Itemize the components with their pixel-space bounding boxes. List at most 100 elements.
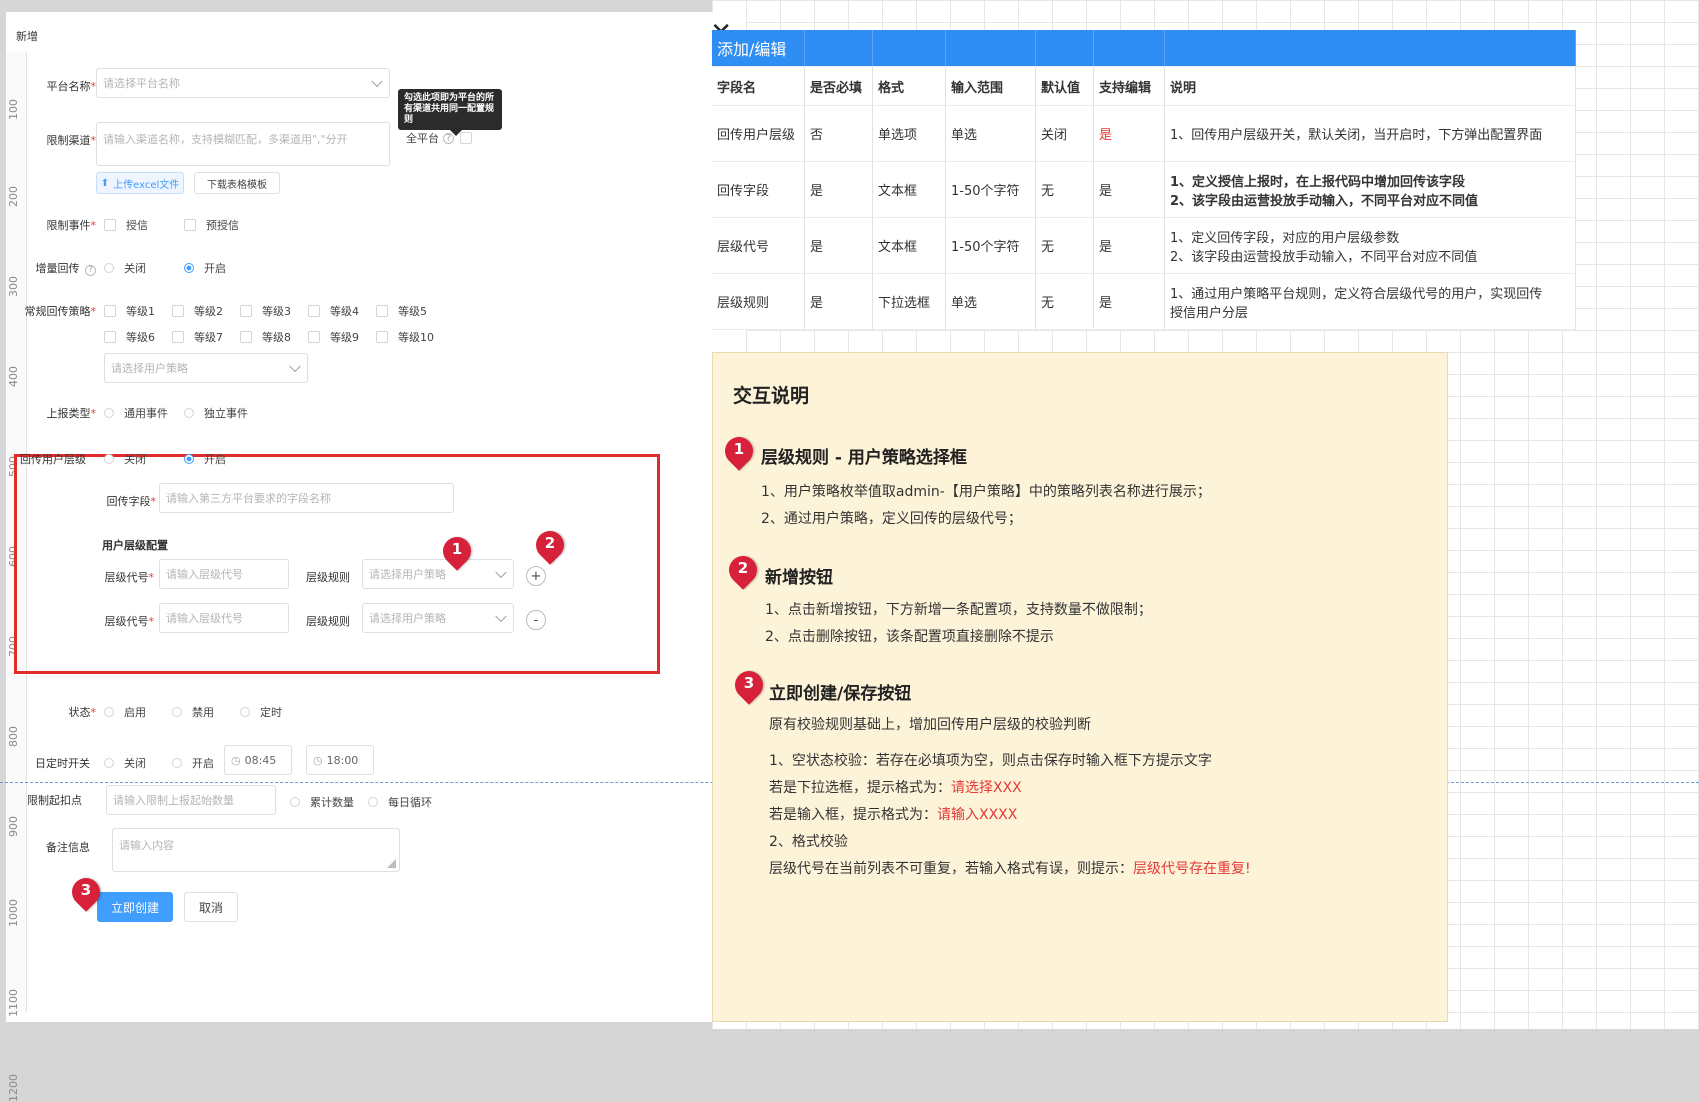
- table-cell: 1、通过用户策略平台规则，定义符合层级代号的用户，实现回传 授信用户分层: [1164, 273, 1576, 330]
- time-end-input[interactable]: ◷ 18:00: [306, 745, 374, 775]
- channel-textarea[interactable]: 请输入渠道名称，支持模糊匹配，多渠道用","分开: [96, 122, 390, 166]
- table-cell: 文本框: [872, 217, 946, 274]
- resize-handle-icon[interactable]: [387, 859, 396, 868]
- table-cell: 是: [1093, 217, 1165, 274]
- dialog-title: 新增: [16, 30, 38, 43]
- help-icon: ?: [85, 264, 96, 276]
- all-platform-checkbox[interactable]: 全平台 ?: [406, 130, 482, 146]
- level-code-input[interactable]: 请输入层级代号: [159, 559, 289, 589]
- level-checkbox[interactable]: 等级5: [376, 303, 427, 319]
- ruler-mark: 1000: [7, 899, 20, 927]
- table-cell: 无: [1035, 273, 1094, 330]
- user-level-label: 回传用户层级: [20, 453, 86, 466]
- level-checkbox[interactable]: 等级2: [172, 303, 223, 319]
- event-precredit-checkbox[interactable]: 预授信: [184, 217, 239, 233]
- ruler-mark: 1200: [7, 1074, 20, 1102]
- level-checkbox[interactable]: 等级3: [240, 303, 291, 319]
- section-1-text: 2、通过用户策略，定义回传的层级代号；: [761, 511, 1022, 527]
- chevron-down-icon: [289, 360, 301, 373]
- section-1-title: 层级规则 - 用户策略选择框: [761, 448, 967, 468]
- cumulative-radio[interactable]: 累计数量: [290, 794, 354, 810]
- table-cell: 层级代号: [712, 217, 805, 274]
- level-rule-select[interactable]: 请选择用户策略: [362, 559, 514, 589]
- ruler-mark: 100: [7, 99, 20, 120]
- table-cell: 层级规则: [712, 273, 805, 330]
- daily-loop-radio[interactable]: 每日循环: [368, 794, 432, 810]
- column-header: 支持编辑: [1093, 66, 1165, 106]
- table-cell: 1、定义回传字段，对应的用户层级参数 2、该字段由运营投放手动输入，不同平台对应不…: [1164, 217, 1576, 274]
- section-3-text: 1、空状态校验：若存在必填项为空，则点击保存时输入框下方提示文字: [769, 753, 1212, 769]
- table-header-bar: 添加/编辑: [712, 30, 1576, 67]
- help-icon: ?: [443, 132, 454, 144]
- column-header: 字段名: [712, 66, 805, 106]
- cancel-button[interactable]: 取消: [184, 892, 238, 922]
- section-3-text: 2、格式校验: [769, 834, 848, 850]
- table-cell: 是: [804, 273, 873, 330]
- add-dialog: 新增 ✕ 100 200 300 400 500 600 700 800 900…: [6, 12, 746, 1102]
- table-cell: 无: [1035, 217, 1094, 274]
- table-row: 回传字段 是 文本框 1-50个字符 无 是 1、定义授信上报时，在上报代码中增…: [712, 161, 1576, 218]
- status-timed-radio[interactable]: 定时: [240, 704, 282, 720]
- level-checkbox[interactable]: 等级4: [308, 303, 359, 319]
- report-common-radio[interactable]: 通用事件: [104, 405, 168, 421]
- daily-off-radio[interactable]: 关闭: [104, 755, 146, 771]
- table-cell: 是: [804, 161, 873, 218]
- table-cell: 无: [1035, 161, 1094, 218]
- status-enable-radio[interactable]: 启用: [104, 704, 146, 720]
- remark-textarea[interactable]: 请输入内容: [112, 828, 400, 872]
- level-code-label: 层级代号*: [104, 571, 155, 584]
- level-checkbox[interactable]: 等级6: [104, 329, 155, 345]
- table-row: 层级规则 是 下拉选框 单选 无 是 1、通过用户策略平台规则，定义符合层级代号…: [712, 273, 1576, 330]
- level-checkbox[interactable]: 等级9: [308, 329, 359, 345]
- upload-excel-button[interactable]: ⬆ 上传excel文件: [96, 172, 184, 194]
- platform-label: 平台名称*: [46, 80, 97, 93]
- level-rule-select[interactable]: 请选择用户策略: [362, 603, 514, 633]
- level-checkbox[interactable]: 等级7: [172, 329, 223, 345]
- user-level-off-radio[interactable]: 关闭: [104, 451, 146, 467]
- section-3-text: 原有校验规则基础上，增加回传用户层级的校验判断: [769, 717, 1091, 733]
- events-label: 限制事件*: [46, 219, 97, 232]
- strategy-select[interactable]: 请选择用户策略: [104, 353, 308, 383]
- level-checkbox[interactable]: 等级8: [240, 329, 291, 345]
- level-config-title: 用户层级配置: [102, 539, 168, 552]
- platform-select[interactable]: 请选择平台名称: [96, 68, 390, 98]
- time-start-input[interactable]: ◷ 08:45: [224, 745, 292, 775]
- report-independent-radio[interactable]: 独立事件: [184, 405, 248, 421]
- ruler-mark: 300: [7, 276, 20, 297]
- daily-on-radio[interactable]: 开启: [172, 755, 214, 771]
- level-checkbox[interactable]: 等级1: [104, 303, 155, 319]
- section-1-text: 1、用户策略枚举值取admin-【用户策略】中的策略列表名称进行展示；: [761, 484, 1211, 500]
- user-level-on-radio[interactable]: 开启: [184, 451, 226, 467]
- incremental-on-radio[interactable]: 开启: [184, 260, 226, 276]
- section-3-text: 层级代号在当前列表不可重复，若输入格式有误，则提示：层级代号存在重复!: [769, 861, 1251, 877]
- checkbox-icon: [460, 132, 472, 144]
- limit-start-input[interactable]: 请输入限制上报起始数量: [106, 785, 276, 815]
- incremental-off-radio[interactable]: 关闭: [104, 260, 146, 276]
- level-rule-label: 层级规则: [306, 615, 350, 628]
- remove-level-button[interactable]: -: [526, 610, 546, 630]
- table-cell: 文本框: [872, 161, 946, 218]
- channel-label: 限制渠道*: [46, 134, 97, 147]
- table-cell: 1、回传用户层级开关，默认关闭，当开启时，下方弹出配置界面: [1164, 105, 1576, 162]
- remark-label: 备注信息: [46, 841, 90, 854]
- section-2-text: 1、点击新增按钮，下方新增一条配置项，支持数量不做限制；: [765, 602, 1152, 618]
- table-cell: 单选: [945, 105, 1036, 162]
- annotation-pin-1: 1: [437, 531, 477, 577]
- download-template-button[interactable]: 下载表格模板: [194, 172, 280, 194]
- table-cell: 是: [1093, 161, 1165, 218]
- status-disable-radio[interactable]: 禁用: [172, 704, 214, 720]
- limit-start-label: 限制起扣点: [27, 794, 82, 807]
- status-label: 状态*: [68, 706, 97, 719]
- level-rule-label: 层级规则: [306, 571, 350, 584]
- table-cell: 1、定义授信上报时，在上报代码中增加回传该字段 2、该字段由运营投放手动输入，不同…: [1164, 161, 1576, 218]
- level-checkbox[interactable]: 等级10: [376, 329, 434, 345]
- notes-title: 交互说明: [733, 385, 810, 407]
- return-field-input[interactable]: 请输入第三方平台要求的字段名称: [159, 483, 454, 513]
- create-button[interactable]: 立即创建: [97, 892, 173, 922]
- level-code-input[interactable]: 请输入层级代号: [159, 603, 289, 633]
- clock-icon: ◷: [231, 753, 241, 767]
- table-columns: 字段名 是否必填 格式 输入范围 默认值 支持编辑 说明: [712, 66, 1576, 106]
- event-credit-checkbox[interactable]: 授信: [104, 217, 148, 233]
- section-3-title: 立即创建/保存按钮: [769, 684, 912, 704]
- column-header: 输入范围: [945, 66, 1036, 106]
